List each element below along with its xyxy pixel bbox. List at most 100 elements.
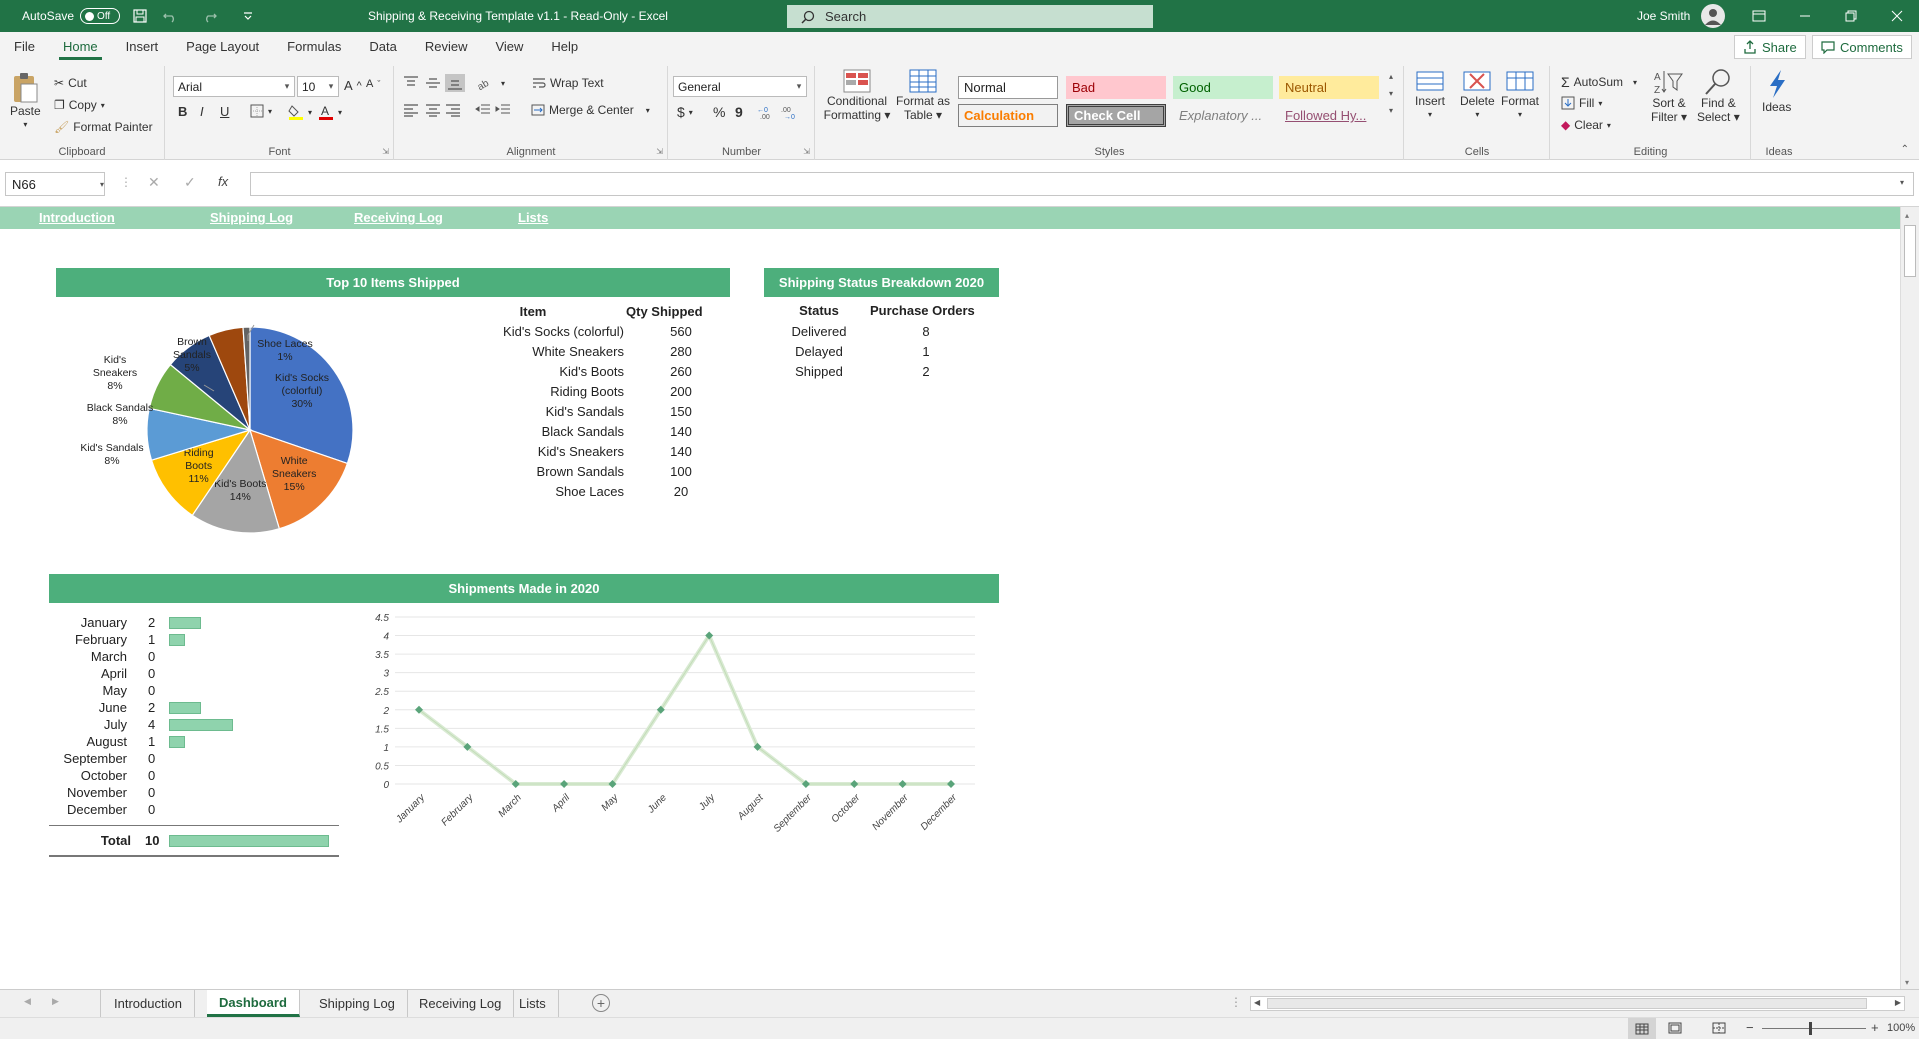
scroll-down-icon[interactable]: ▾ — [1905, 978, 1909, 987]
paste-button[interactable]: Paste ▾ — [10, 72, 41, 132]
menu-tab-view[interactable]: View — [481, 39, 537, 62]
format-painter-button[interactable]: 🖌 Format Painter — [54, 120, 153, 134]
sort-filter-button[interactable]: A Z Sort & Filter ▾ — [1651, 68, 1687, 124]
currency-button[interactable]: $ ▾ — [677, 104, 693, 120]
search-box[interactable]: Search — [787, 5, 1153, 28]
tab-split-grip-icon[interactable]: ⋮ — [1230, 995, 1242, 1009]
comma-style-button[interactable]: 9 — [735, 104, 743, 120]
minimize-icon[interactable] — [1782, 0, 1828, 32]
increase-decimal-icon[interactable]: ←0.00 — [757, 105, 777, 119]
redo-icon[interactable] — [202, 0, 218, 32]
font-size-select[interactable]: 10 ▾ — [297, 76, 339, 97]
top-align-icon[interactable] — [403, 76, 419, 90]
percent-button[interactable]: % — [713, 104, 725, 120]
menu-tab-help[interactable]: Help — [537, 39, 592, 62]
zoom-level[interactable]: 100% — [1887, 1022, 1915, 1034]
align-left-icon[interactable] — [403, 103, 419, 117]
bottom-align-icon[interactable] — [445, 74, 465, 92]
zoom-in-icon[interactable]: + — [1871, 1020, 1879, 1035]
menu-tab-insert[interactable]: Insert — [112, 39, 173, 62]
scroll-up-icon[interactable]: ▴ — [1905, 211, 1909, 220]
sheet-tab-lists[interactable]: Lists — [507, 990, 559, 1017]
decrease-indent-icon[interactable] — [475, 103, 491, 117]
nav-link-introduction[interactable]: Introduction — [39, 210, 115, 225]
undo-icon[interactable] — [162, 0, 178, 32]
menu-tab-data[interactable]: Data — [355, 39, 410, 62]
page-layout-view-icon[interactable] — [1668, 1022, 1682, 1034]
autosave-control[interactable]: AutoSave Off — [22, 0, 121, 32]
page-break-view-icon[interactable] — [1712, 1022, 1726, 1034]
nav-link-shipping-log[interactable]: Shipping Log — [210, 210, 293, 225]
restore-icon[interactable] — [1828, 0, 1874, 32]
italic-button[interactable]: I — [200, 104, 204, 119]
menu-tab-home[interactable]: Home — [49, 39, 112, 62]
dialog-launcher-icon[interactable]: ⇲ — [656, 147, 663, 156]
borders-button[interactable]: ▾ — [250, 104, 272, 118]
middle-align-icon[interactable] — [425, 76, 441, 90]
increase-font-size-button[interactable]: A ^ — [344, 78, 362, 93]
copy-button[interactable]: ❐ Copy ▾ — [54, 98, 105, 112]
style-neutral[interactable]: Neutral — [1279, 76, 1379, 99]
style-check-cell[interactable]: Check Cell — [1066, 104, 1166, 127]
fill-color-button[interactable]: ▾ — [288, 104, 312, 120]
nav-link-receiving-log[interactable]: Receiving Log — [354, 210, 443, 225]
insert-function-icon[interactable]: fx — [218, 174, 228, 189]
style-followed-hyperlink[interactable]: Followed Hy... — [1279, 104, 1379, 127]
dialog-launcher-icon[interactable]: ⇲ — [382, 147, 389, 156]
insert-cells-button[interactable]: Insert ▾ — [1415, 68, 1445, 122]
comments-button[interactable]: Comments — [1812, 35, 1912, 59]
avatar[interactable] — [1700, 0, 1726, 32]
clear-button[interactable]: ◆ Clear ▾ — [1561, 118, 1611, 132]
cut-button[interactable]: ✂ Cut — [54, 76, 87, 90]
menu-tab-review[interactable]: Review — [411, 39, 482, 62]
horizontal-scrollbar-thumb[interactable] — [1267, 998, 1867, 1009]
enter-icon[interactable]: ✓ — [184, 174, 196, 191]
horizontal-scrollbar[interactable]: ◀ ▶ — [1250, 996, 1905, 1011]
zoom-slider-thumb[interactable] — [1809, 1022, 1812, 1035]
format-cells-button[interactable]: Format ▾ — [1501, 68, 1539, 122]
align-center-icon[interactable] — [425, 103, 441, 117]
scroll-left-icon[interactable]: ◀ — [1254, 998, 1260, 1007]
scroll-tabs-left-icon[interactable]: ◀ — [24, 996, 31, 1007]
sheet-tab-introduction[interactable]: Introduction — [102, 990, 195, 1017]
style-good[interactable]: Good — [1173, 76, 1273, 99]
close-icon[interactable] — [1874, 0, 1919, 32]
wrap-text-button[interactable]: Wrap Text — [532, 76, 604, 90]
name-box[interactable]: N66 ▾ — [5, 172, 105, 196]
worksheet[interactable]: Introduction Shipping Log Receiving Log … — [0, 207, 1900, 989]
menu-tab-formulas[interactable]: Formulas — [273, 39, 355, 62]
merge-center-button[interactable]: Merge & Center ▾ — [531, 103, 650, 117]
orientation-icon[interactable]: ab ▾ — [477, 76, 505, 90]
scroll-tabs-right-icon[interactable]: ▶ — [52, 996, 59, 1007]
underline-button[interactable]: U — [220, 104, 229, 119]
decrease-decimal-icon[interactable]: .00 →0 — [781, 105, 801, 119]
new-sheet-icon[interactable]: + — [592, 994, 610, 1012]
fill-button[interactable]: Fill ▾ — [1561, 96, 1602, 110]
sheet-tab-receiving-log[interactable]: Receiving Log — [407, 990, 515, 1017]
conditional-formatting-button[interactable]: Conditional Formatting ▾ — [822, 68, 892, 122]
cancel-icon[interactable]: ✕ — [148, 174, 160, 191]
autosum-button[interactable]: Σ AutoSum ▾ — [1561, 74, 1637, 90]
font-color-button[interactable]: A ▾ — [318, 104, 342, 120]
zoom-out-icon[interactable]: − — [1746, 1020, 1754, 1035]
decrease-font-size-button[interactable]: Aˇ — [366, 78, 380, 90]
styles-scroll[interactable]: ▴ ▾ ▾ — [1384, 72, 1398, 132]
align-right-icon[interactable] — [445, 103, 461, 117]
sheet-tab-dashboard[interactable]: Dashboard — [207, 990, 300, 1017]
nav-link-lists[interactable]: Lists — [518, 210, 548, 225]
style-normal[interactable]: Normal — [958, 76, 1058, 99]
scroll-right-icon[interactable]: ▶ — [1895, 998, 1901, 1007]
share-button[interactable]: Share — [1734, 35, 1806, 59]
style-bad[interactable]: Bad — [1066, 76, 1166, 99]
normal-view-icon[interactable] — [1628, 1018, 1656, 1039]
font-name-select[interactable]: Arial ▾ — [173, 76, 295, 97]
expand-formula-bar-icon[interactable]: ▾ — [1900, 178, 1904, 187]
ideas-button[interactable]: Ideas — [1762, 68, 1791, 114]
number-format-select[interactable]: General ▾ — [673, 76, 807, 97]
vertical-scrollbar[interactable]: ▴ ▾ — [1900, 207, 1919, 989]
style-calculation[interactable]: Calculation — [958, 104, 1058, 127]
zoom-slider[interactable] — [1762, 1028, 1866, 1029]
sheet-tab-shipping-log[interactable]: Shipping Log — [307, 990, 408, 1017]
format-as-table-button[interactable]: Format as Table ▾ — [894, 68, 952, 122]
bold-button[interactable]: B — [178, 104, 187, 119]
